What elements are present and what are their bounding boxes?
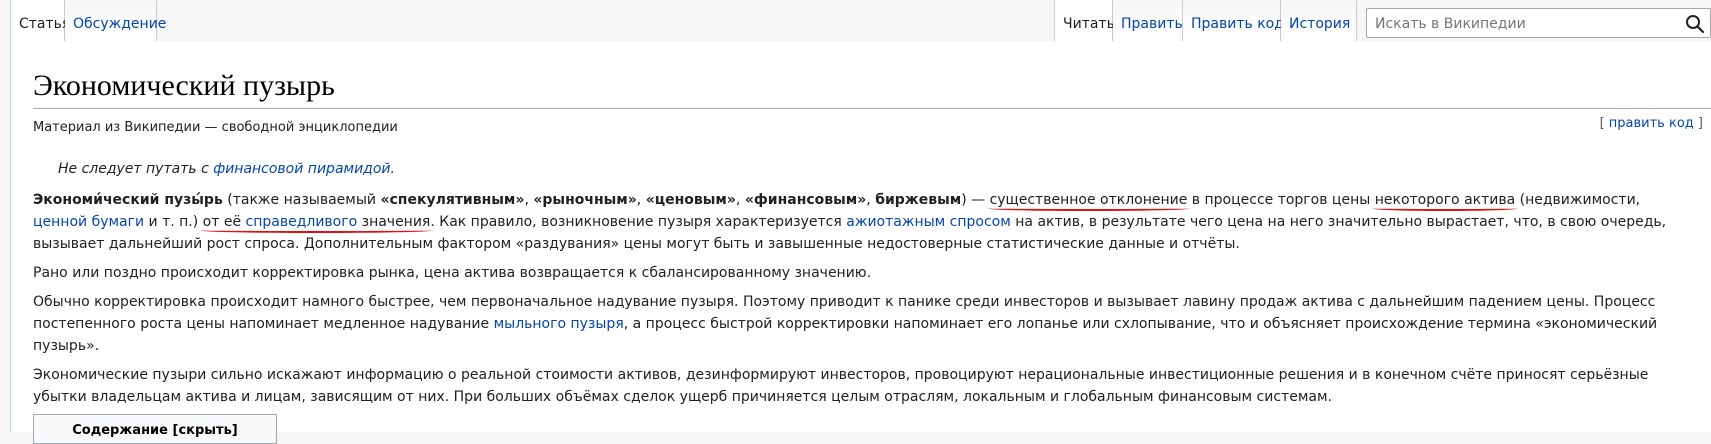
- paragraph-4: Экономические пузыри сильно искажают инф…: [33, 367, 1649, 405]
- table-of-contents[interactable]: Содержание [скрыть]: [33, 414, 277, 444]
- edit-section-link: [ править код ]: [1600, 116, 1703, 131]
- tab-edit[interactable]: Править: [1113, 0, 1183, 41]
- search-box: [1366, 8, 1711, 38]
- article-body: Экономи́ческий пузы́рь (также называемый…: [33, 189, 1698, 415]
- text: ) —: [961, 192, 990, 208]
- tab-edit-source-label: Править код: [1191, 16, 1284, 32]
- hatnote-end: .: [390, 161, 395, 177]
- text: и т. п.): [144, 214, 203, 230]
- text: (недвижимости,: [1515, 192, 1641, 208]
- text: от её: [202, 214, 246, 230]
- tab-talk[interactable]: Обсуждение: [65, 0, 166, 41]
- underlined-phrase: существенное отклонение: [989, 192, 1188, 208]
- text: в процессе торгов цены: [1187, 192, 1375, 208]
- term-bold: «спекулятивным»: [380, 192, 525, 208]
- underlined-phrase: некоторого актива: [1374, 192, 1516, 208]
- text: (также называемый: [222, 192, 381, 208]
- text: ,: [524, 192, 534, 208]
- text: . Как правило, возникновение пузыря хара…: [430, 214, 847, 230]
- underlined-phrase: от её справедливого значения: [203, 214, 431, 230]
- edit-bracket-close: ]: [1693, 116, 1703, 131]
- text: значения: [357, 214, 431, 230]
- hatnote-text: Не следует путать с: [58, 161, 214, 177]
- term-bold: «ценовым»: [645, 192, 736, 208]
- tab-article[interactable]: Статья: [10, 0, 70, 41]
- text: ,: [735, 192, 745, 208]
- paragraph-3: Обычно корректировка происходит намного …: [33, 291, 1698, 357]
- tab-talk-label: Обсуждение: [73, 16, 167, 32]
- link-securities[interactable]: ценной бумаги: [33, 214, 144, 230]
- term-bold: «финансовым»: [744, 192, 867, 208]
- tab-bar: Статья Обсуждение Читать Править Править…: [0, 0, 1711, 41]
- tab-history[interactable]: История: [1281, 0, 1357, 41]
- text: ,: [636, 192, 646, 208]
- paragraph-1: Экономи́ческий пузы́рь (также называемый…: [33, 189, 1698, 255]
- search-button[interactable]: [1684, 13, 1706, 35]
- page-title: Экономический пузырь: [33, 66, 1711, 109]
- term-bold: «рыночным»: [533, 192, 637, 208]
- paragraph-2: Рано или поздно происходит корректировка…: [33, 265, 872, 281]
- link-rush-demand[interactable]: ажиотажным спросом: [846, 214, 1011, 230]
- tab-edit-source[interactable]: Править код: [1183, 0, 1284, 41]
- tab-edit-label: Править: [1121, 16, 1183, 32]
- toc-label: Содержание [скрыть]: [72, 423, 238, 438]
- hatnote: Не следует путать с финансовой пирамидой…: [58, 161, 395, 177]
- tab-history-label: История: [1289, 16, 1351, 32]
- edit-code-link[interactable]: править код: [1609, 116, 1694, 131]
- search-input[interactable]: [1373, 14, 1677, 34]
- content-area: Экономический пузырь Материал из Википед…: [10, 41, 1711, 444]
- tab-article-label: Статья: [19, 16, 71, 32]
- term-bold: биржевым: [875, 192, 962, 208]
- term-bold: Экономи́ческий пузы́рь: [33, 192, 223, 208]
- tab-read[interactable]: Читать: [1054, 0, 1115, 41]
- tab-read-label: Читать: [1063, 16, 1115, 32]
- link-fair-value[interactable]: справедливого: [246, 214, 358, 230]
- search-icon: [1686, 15, 1705, 34]
- hatnote-link[interactable]: финансовой пирамидой: [213, 161, 390, 177]
- link-soap-bubble[interactable]: мыльного пузыря: [494, 316, 624, 332]
- page-subtitle: Материал из Википедии — свободной энцикл…: [33, 120, 398, 135]
- edit-bracket-open: [: [1599, 116, 1609, 131]
- text: ,: [866, 192, 876, 208]
